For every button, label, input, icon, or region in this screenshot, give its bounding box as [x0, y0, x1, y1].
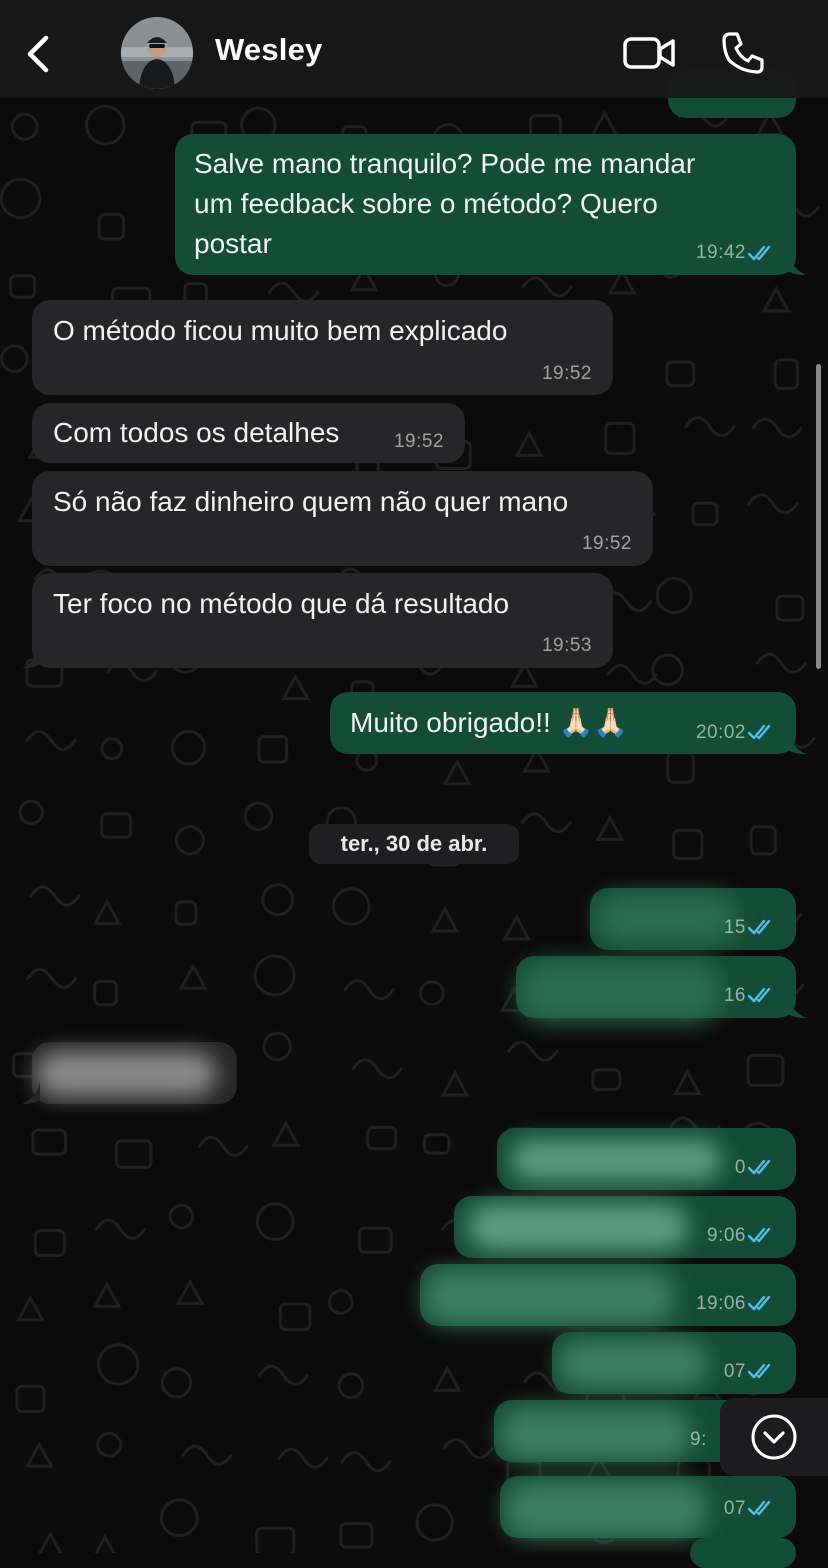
chevron-left-icon[interactable] — [22, 32, 56, 76]
avatar[interactable] — [121, 17, 193, 89]
message-time: 19:53 — [541, 635, 592, 656]
scroll-to-bottom-button[interactable] — [720, 1398, 828, 1476]
message-text: Muito obrigado!! 🙏🏻🙏🏻 — [350, 707, 629, 738]
date-separator: ter., 30 de abr. — [309, 824, 519, 864]
message-time: 15 — [723, 917, 746, 938]
message-time: 20:02 — [695, 722, 746, 743]
message-time: 07 — [723, 1498, 746, 1519]
message-time: 19:06 — [695, 1293, 746, 1314]
message-time: 19:42 — [695, 242, 746, 263]
bubble-tail — [22, 646, 40, 668]
message-text: Salve mano tranquilo? Pode me mandar um … — [194, 148, 696, 259]
message-list[interactable]: Salve mano tranquilo? Pode me mandar um … — [0, 0, 828, 1568]
message-bubble-outgoing-blurred[interactable]: 0 — [497, 1128, 796, 1190]
double-check-icon — [748, 1159, 771, 1175]
message-bubble-outgoing-blurred[interactable]: 9:06 — [454, 1196, 796, 1258]
message-time: 16 — [723, 985, 746, 1006]
message-bubble-outgoing-blurred[interactable]: 19:06 — [420, 1264, 796, 1326]
scrollbar[interactable] — [816, 364, 821, 669]
message-bubble-incoming[interactable]: Ter foco no método que dá resultado 19:5… — [32, 573, 613, 668]
phone-icon[interactable] — [720, 30, 766, 76]
message-time: 07 — [723, 1361, 746, 1382]
message-bubble-outgoing-blurred[interactable]: 16 — [516, 956, 796, 1022]
message-text: O método ficou muito bem explicado — [53, 315, 508, 346]
double-check-icon — [748, 1363, 771, 1379]
message-bubble-outgoing-blurred[interactable]: 07 — [552, 1332, 796, 1394]
message-time: 9:06 — [707, 1225, 746, 1246]
message-bubble-outgoing[interactable]: Salve mano tranquilo? Pode me mandar um … — [175, 134, 796, 275]
double-check-icon — [748, 1227, 771, 1243]
message-text: Ter foco no método que dá resultado — [53, 588, 510, 619]
contact-name[interactable]: Wesley — [215, 32, 322, 68]
bubble-tail — [788, 996, 806, 1018]
message-time: 9: — [690, 1429, 707, 1450]
message-text: Só não faz dinheiro quem não quer mano — [53, 486, 569, 517]
bubble-tail — [788, 253, 806, 275]
message-bubble-incoming[interactable]: O método ficou muito bem explicado 19:52 — [32, 300, 613, 395]
bubble-tail — [22, 1082, 40, 1104]
double-check-icon — [748, 987, 771, 1003]
message-bubble-incoming[interactable]: Com todos os detalhes 19:52 — [32, 403, 465, 463]
double-check-icon — [748, 1295, 771, 1311]
message-bubble-outgoing-blurred[interactable]: 07 — [500, 1476, 796, 1538]
double-check-icon — [748, 919, 771, 935]
message-text: Com todos os detalhes — [53, 417, 340, 448]
message-time: 19:52 — [541, 363, 592, 384]
message-bubble-outgoing-blurred[interactable]: 15 — [590, 888, 796, 950]
message-bubble-outgoing-partial — [690, 1538, 796, 1568]
message-bubble-incoming-blurred[interactable] — [32, 1042, 237, 1104]
double-check-icon — [748, 724, 771, 740]
message-time: 0 — [734, 1157, 746, 1178]
video-camera-icon[interactable] — [622, 34, 676, 72]
double-check-icon — [748, 245, 771, 261]
chevron-down-circle-icon — [751, 1414, 797, 1460]
message-bubble-incoming[interactable]: Só não faz dinheiro quem não quer mano 1… — [32, 471, 653, 566]
message-time: 19:52 — [393, 431, 444, 452]
chat-header: Wesley — [0, 0, 828, 98]
message-bubble-outgoing[interactable]: Muito obrigado!! 🙏🏻🙏🏻 20:02 — [330, 692, 796, 754]
bubble-tail — [788, 732, 806, 754]
message-time: 19:52 — [581, 533, 632, 554]
double-check-icon — [748, 1500, 771, 1516]
